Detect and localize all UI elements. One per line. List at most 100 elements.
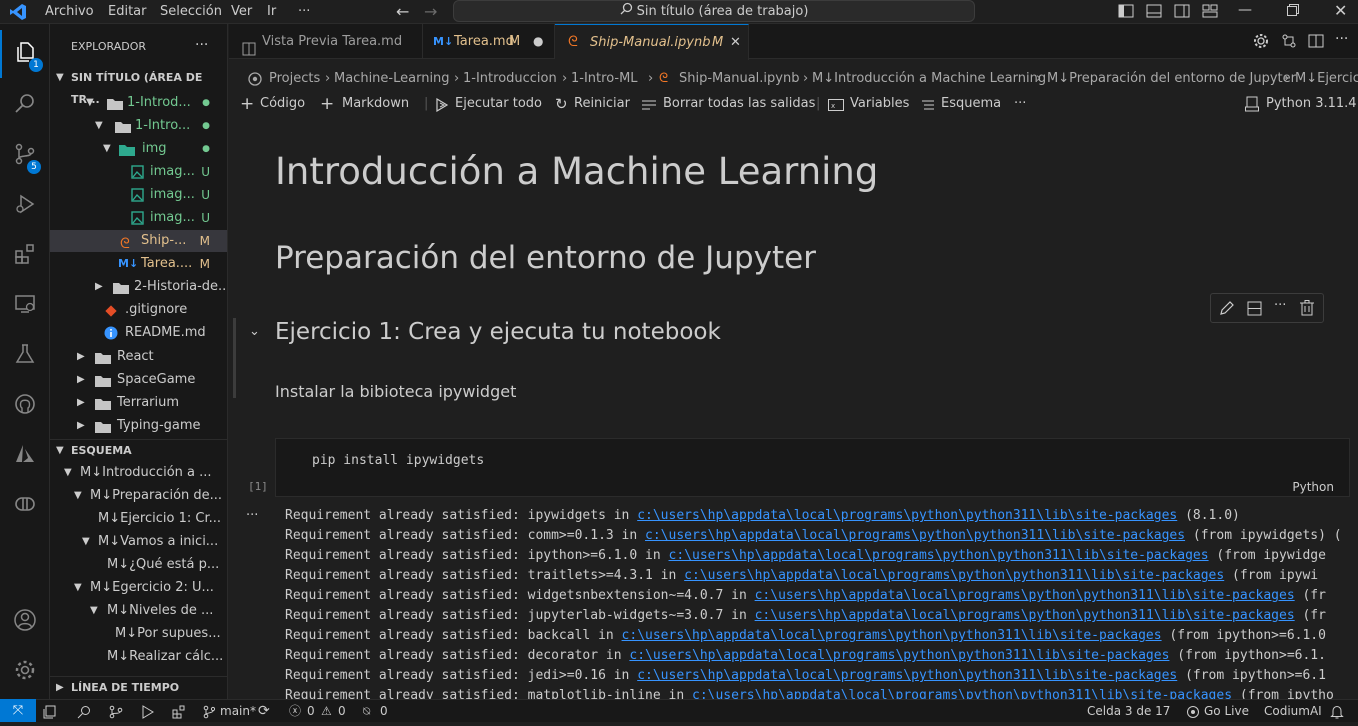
run-all-button[interactable]: Ejecutar todo xyxy=(455,92,542,116)
output-path-link[interactable]: c:\users\hp\appdata\local\programs\pytho… xyxy=(645,528,1185,543)
notebook-settings-icon[interactable] xyxy=(1253,33,1269,53)
code-cell[interactable]: pip install ipywidgets Python xyxy=(275,438,1350,497)
clear-outputs-button[interactable]: Borrar todas las salidas xyxy=(663,92,815,116)
command-center[interactable]: Sin título (área de trabajo) xyxy=(453,0,975,22)
outline-item[interactable]: M↓¿Qué está p... xyxy=(50,554,227,576)
output-path-link[interactable]: c:\users\hp\appdata\local\programs\pytho… xyxy=(629,648,1169,663)
explorer-more-button[interactable]: ··· xyxy=(195,37,208,53)
tree-item-ship-manual[interactable]: ᘓ Ship-... M xyxy=(50,230,227,252)
tree-item-readme[interactable]: README.md xyxy=(50,322,227,344)
menu-ir[interactable]: Ir xyxy=(267,4,276,19)
tree-item-tarea[interactable]: M↓ Tarea.... M xyxy=(50,253,227,275)
minimize-icon[interactable]: — xyxy=(1238,2,1252,18)
menu-ver[interactable]: Ver xyxy=(231,4,252,19)
tree-item-typing-game[interactable]: ▶ Typing-game xyxy=(50,415,227,437)
tree-item-image-3[interactable]: imag... U xyxy=(50,207,227,229)
output-path-link[interactable]: c:\users\hp\appdata\local\programs\pytho… xyxy=(692,688,1232,699)
menu-editar[interactable]: Editar xyxy=(108,4,147,19)
tree-item-1-introd[interactable]: ▼ 1-Introd... ● xyxy=(50,92,227,114)
breadcrumb-item[interactable]: Ship-Manual.ipynb xyxy=(679,68,799,90)
ports-icon[interactable]: ⍉ xyxy=(363,700,370,722)
breadcrumb-item[interactable]: M↓Ejercicio xyxy=(1295,68,1358,90)
collapse-chevron-icon[interactable]: ⌄ xyxy=(249,324,260,339)
menu-more[interactable]: ··· xyxy=(298,4,310,19)
output-path-link[interactable]: c:\users\hp\appdata\local\programs\pytho… xyxy=(684,568,1224,583)
outline-item[interactable]: M↓Por supues... xyxy=(50,623,227,645)
open-changes-icon[interactable] xyxy=(1281,33,1297,53)
outline-item[interactable]: ▼ M↓Introducción a ... xyxy=(50,462,227,484)
codiumai-button[interactable]: CodiumAI xyxy=(1264,700,1322,722)
error-icon[interactable]: ⓧ xyxy=(289,700,301,722)
workspace-section-header[interactable]: ▼ SIN TÍTULO (ÁREA DE TR... xyxy=(50,67,227,106)
run-debug-icon[interactable] xyxy=(140,704,154,726)
outline-item[interactable]: ▼ M↓Niveles de ... xyxy=(50,600,227,622)
edit-pencil-icon[interactable] xyxy=(1219,301,1234,320)
toggle-panel-icon[interactable] xyxy=(1146,3,1162,23)
restore-icon[interactable] xyxy=(1287,4,1299,20)
toggle-primary-sidebar-icon[interactable] xyxy=(1118,3,1134,23)
breadcrumb-item[interactable]: 1-Intro-ML xyxy=(571,68,638,90)
notifications-bell-icon[interactable] xyxy=(1330,704,1344,726)
source-control-icon[interactable] xyxy=(109,704,123,726)
output-more-button[interactable]: ··· xyxy=(246,508,258,523)
breadcrumb-item[interactable]: M↓Introducción a Machine Learning xyxy=(812,68,1046,90)
tab-ship-manual[interactable]: ᘓ Ship-Manual.ipynb M ✕ xyxy=(555,24,749,60)
ports-count[interactable]: 0 xyxy=(380,700,388,722)
warning-icon[interactable]: ⚠ xyxy=(321,700,332,722)
customize-layout-icon[interactable] xyxy=(1202,3,1218,23)
add-code-button[interactable]: Código xyxy=(260,92,305,116)
manage-activity[interactable] xyxy=(0,648,50,696)
tree-item-gitignore[interactable]: .gitignore xyxy=(50,299,227,321)
search-icon[interactable] xyxy=(77,704,91,726)
extensions-icon[interactable] xyxy=(172,704,186,726)
output-path-link[interactable]: c:\users\hp\appdata\local\programs\pytho… xyxy=(669,548,1209,563)
timeline-section-header[interactable]: ▶ LÍNEA DE TIEMPO xyxy=(50,676,227,698)
tree-item-img[interactable]: ▼ img ● xyxy=(50,138,227,160)
trash-icon[interactable] xyxy=(1300,300,1314,320)
sync-icon[interactable]: ⟳ xyxy=(258,700,270,722)
outline-item[interactable]: M↓Realizar cálc... xyxy=(50,646,227,668)
go-live-button[interactable]: Go Live xyxy=(1204,700,1249,722)
go-live-icon[interactable] xyxy=(1186,704,1200,726)
kernel-picker[interactable]: Python 3.11.4 xyxy=(1266,92,1357,116)
tree-item-terrarium[interactable]: ▶ Terrarium xyxy=(50,392,227,414)
output-path-link[interactable]: c:\users\hp\appdata\local\programs\pytho… xyxy=(622,628,1162,643)
branch-icon[interactable] xyxy=(203,704,216,726)
toggle-secondary-sidebar-icon[interactable] xyxy=(1174,3,1190,23)
explorer-activity[interactable]: 1 xyxy=(0,30,50,78)
close-tab-icon[interactable]: ✕ xyxy=(730,25,741,60)
output-path-link[interactable]: c:\users\hp\appdata\local\programs\pytho… xyxy=(637,508,1177,523)
outline-item[interactable]: ▼ M↓Preparación de... xyxy=(50,485,227,507)
split-editor-icon[interactable] xyxy=(1308,33,1324,53)
search-activity[interactable] xyxy=(0,82,50,130)
code-cell-source[interactable]: pip install ipywidgets xyxy=(312,453,484,468)
outline-item[interactable]: ▼ M↓Egercicio 2: U... xyxy=(50,577,227,599)
breadcrumb-item[interactable]: 1-Introduccion xyxy=(463,68,557,90)
tree-item-1-intro[interactable]: ▼ 1-Intro... ● xyxy=(50,115,227,137)
github-activity[interactable] xyxy=(0,382,50,430)
outline-section-header[interactable]: ▼ ESQUEMA xyxy=(50,439,227,461)
toolbar-more-button[interactable]: ··· xyxy=(1014,92,1026,116)
live-share-activity[interactable] xyxy=(0,482,50,530)
breadcrumb-item[interactable]: Machine-Learning xyxy=(334,68,450,90)
remote-explorer-activity[interactable] xyxy=(0,282,50,330)
back-arrow-icon[interactable]: ← xyxy=(396,2,409,21)
split-cell-icon[interactable] xyxy=(1247,301,1262,320)
run-debug-activity[interactable] xyxy=(0,182,50,230)
azure-activity[interactable] xyxy=(0,432,50,480)
tabs-more-icon[interactable]: ··· xyxy=(1335,31,1348,47)
remote-indicator-icon[interactable]: ⤧ xyxy=(0,699,36,722)
menu-archivo[interactable]: Archivo xyxy=(45,4,94,19)
warning-count[interactable]: 0 xyxy=(338,700,346,722)
cell-language[interactable]: Python xyxy=(1292,480,1334,494)
output-path-link[interactable]: c:\users\hp\appdata\local\programs\pytho… xyxy=(755,608,1295,623)
output-path-link[interactable]: c:\users\hp\appdata\local\programs\pytho… xyxy=(755,588,1295,603)
add-markdown-button[interactable]: Markdown xyxy=(342,92,409,116)
outline-button[interactable]: Esquema xyxy=(941,92,1001,116)
source-control-activity[interactable]: 5 xyxy=(0,132,50,180)
files-icon[interactable] xyxy=(43,704,57,726)
dirty-dot-icon[interactable]: ● xyxy=(533,24,543,59)
variables-button[interactable]: Variables xyxy=(850,92,909,116)
tree-item-image-2[interactable]: imag... U xyxy=(50,184,227,206)
menu-seleccion[interactable]: Selección xyxy=(160,4,222,19)
